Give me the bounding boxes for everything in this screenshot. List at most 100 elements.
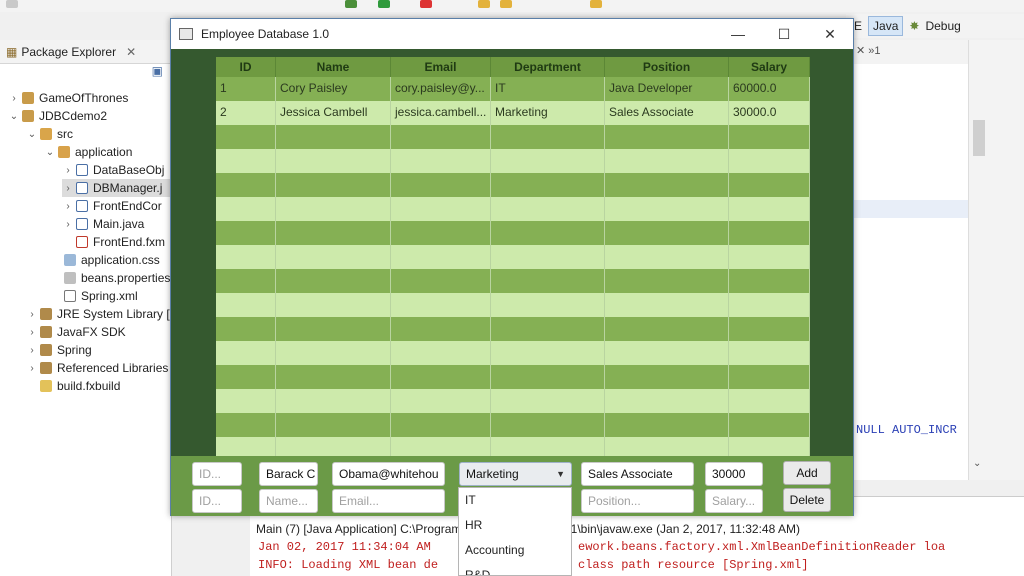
position-search-field[interactable]: Position... (581, 489, 694, 513)
empty-cell (216, 221, 276, 245)
chevron-right-icon[interactable]: › (62, 165, 74, 176)
salary-field[interactable]: 30000 (705, 462, 763, 486)
tree-item[interactable]: ⌄ JDBCdemo2 (8, 107, 107, 125)
tree-item[interactable]: › JRE System Library [ (26, 305, 169, 323)
empty-cell (276, 341, 391, 365)
chevron-down-icon[interactable]: ⌄ (8, 111, 20, 122)
add-button[interactable]: Add (783, 461, 831, 485)
minimize-button[interactable]: — (715, 19, 761, 49)
name-field[interactable]: Barack C (259, 462, 318, 486)
dropdown-option-rnd[interactable]: R&D (459, 563, 571, 575)
empty-table-row[interactable] (216, 221, 810, 245)
id-field[interactable]: ID... (192, 462, 242, 486)
tree-item[interactable]: › DataBaseObj (62, 161, 164, 179)
close-button[interactable]: ✕ (807, 19, 853, 49)
tree-item[interactable]: application.css (62, 251, 160, 269)
email-search-field[interactable]: Email... (332, 489, 445, 513)
empty-table-row[interactable] (216, 173, 810, 197)
chevron-down-icon[interactable]: ⌄ (26, 129, 38, 140)
column-header-email[interactable]: Email (391, 57, 491, 77)
tree-item[interactable]: FrontEnd.fxm (74, 233, 165, 251)
empty-table-row[interactable] (216, 365, 810, 389)
dropdown-option-accounting[interactable]: Accounting (459, 538, 571, 563)
chevron-right-icon[interactable]: › (62, 183, 74, 194)
employee-table[interactable]: ID Name Email Department Position Salary… (216, 57, 810, 456)
email-field[interactable]: Obama@whitehou (332, 462, 445, 486)
empty-table-row[interactable] (216, 245, 810, 269)
empty-table-row[interactable] (216, 269, 810, 293)
table-row[interactable]: 2 Jessica Cambell jessica.cambell... Mar… (216, 101, 810, 125)
empty-table-row[interactable] (216, 341, 810, 365)
empty-table-row[interactable] (216, 317, 810, 341)
tree-item[interactable]: ⌄ application (44, 143, 133, 161)
dropdown-option-it[interactable]: IT (459, 488, 571, 513)
empty-cell (491, 341, 605, 365)
column-header-department[interactable]: Department (491, 57, 605, 77)
empty-table-row[interactable] (216, 149, 810, 173)
tree-item[interactable]: ⌄ src (26, 125, 73, 143)
perspective-java[interactable]: Java (868, 16, 904, 36)
close-icon[interactable]: ✕ (126, 45, 136, 59)
close-icon[interactable]: ✕ (856, 45, 865, 57)
run-icon[interactable] (378, 0, 390, 8)
chevron-right-icon[interactable]: › (8, 93, 20, 104)
collapse-all-icon[interactable]: ▣ (152, 64, 163, 82)
chevron-down-icon[interactable]: ⌄ (973, 458, 981, 469)
maximize-button[interactable]: ☐ (761, 19, 807, 49)
toolbar-icon[interactable] (6, 0, 18, 8)
chevron-down-icon: ▼ (556, 469, 565, 479)
table-row[interactable]: 1 Cory Paisley cory.paisley@y... IT Java… (216, 77, 810, 101)
scrollbar-thumb[interactable] (973, 120, 985, 156)
window-title-bar[interactable]: Employee Database 1.0 — ☐ ✕ (171, 19, 853, 49)
department-selected: Marketing (466, 467, 519, 481)
delete-button[interactable]: Delete (783, 488, 831, 512)
tree-item[interactable]: › DBManager.j (62, 179, 172, 197)
empty-table-row[interactable] (216, 293, 810, 317)
perspective-debug[interactable]: Debug (925, 19, 960, 33)
column-header-id[interactable]: ID (216, 57, 276, 77)
id-delete-field[interactable]: ID... (192, 489, 242, 513)
fxml-file-icon (76, 236, 88, 248)
salary-search-field[interactable]: Salary... (705, 489, 763, 513)
chevron-right-icon[interactable]: › (26, 309, 38, 320)
tree-item[interactable]: › Main.java (62, 215, 144, 233)
java-file-icon (76, 218, 88, 230)
tree-item[interactable]: › GameOfThrones (8, 89, 128, 107)
chevron-right-icon[interactable]: › (26, 345, 38, 356)
tree-item[interactable]: Spring.xml (62, 287, 138, 305)
column-header-salary[interactable]: Salary (729, 57, 810, 77)
chevron-right-icon[interactable]: › (26, 363, 38, 374)
folder-icon[interactable] (478, 0, 490, 8)
empty-table-row[interactable] (216, 437, 810, 456)
chevron-right-icon[interactable]: › (62, 219, 74, 230)
empty-table-row[interactable] (216, 197, 810, 221)
tree-item[interactable]: build.fxbuild (38, 377, 120, 395)
code-fragment[interactable]: NULL AUTO_INCR (856, 423, 957, 437)
tree-item[interactable]: › Spring (26, 341, 91, 359)
tree-item[interactable]: › JavaFX SDK (26, 323, 125, 341)
empty-table-row[interactable] (216, 125, 810, 149)
empty-cell (216, 413, 276, 437)
empty-table-row[interactable] (216, 413, 810, 437)
name-search-field[interactable]: Name... (259, 489, 318, 513)
cell-position: Sales Associate (605, 101, 729, 125)
department-select[interactable]: Marketing ▼ (459, 462, 572, 486)
dropdown-option-hr[interactable]: HR (459, 513, 571, 538)
toolbar-icon[interactable] (590, 0, 602, 8)
chevron-right-icon[interactable]: › (26, 327, 38, 338)
column-header-position[interactable]: Position (605, 57, 729, 77)
toolbar-icon[interactable] (420, 0, 432, 8)
empty-cell (605, 197, 729, 221)
properties-file-icon (64, 272, 76, 284)
tree-item[interactable]: › Referenced Libraries (26, 359, 168, 377)
tree-item[interactable]: beans.properties (62, 269, 170, 287)
toolbar-icon[interactable] (345, 0, 357, 8)
chevron-down-icon[interactable]: ⌄ (44, 147, 56, 158)
column-header-name[interactable]: Name (276, 57, 391, 77)
editor-tab-overflow[interactable]: »1 (868, 45, 880, 57)
position-field[interactable]: Sales Associate (581, 462, 694, 486)
folder-icon[interactable] (500, 0, 512, 8)
chevron-right-icon[interactable]: › (62, 201, 74, 212)
tree-item[interactable]: › FrontEndCor (62, 197, 161, 215)
empty-table-row[interactable] (216, 389, 810, 413)
